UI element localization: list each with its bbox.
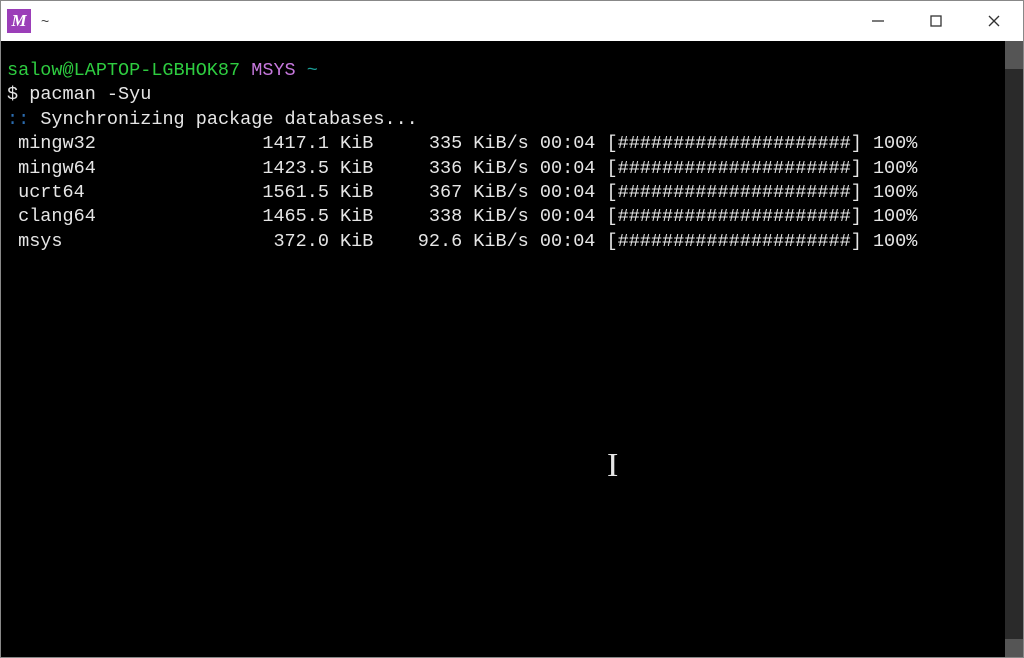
- maximize-icon: [929, 14, 943, 28]
- download-row: msys 372.0 KiB 92.6 KiB/s 00:04 [#######…: [7, 230, 999, 254]
- maximize-button[interactable]: [907, 1, 965, 41]
- terminal-output[interactable]: salow@LAPTOP-LGBHOK87 MSYS ~ $ pacman -Sy…: [1, 41, 1005, 657]
- minimize-icon: [871, 14, 885, 28]
- download-row: mingw64 1423.5 KiB 336 KiB/s 00:04 [####…: [7, 157, 999, 181]
- scrollbar[interactable]: [1005, 41, 1023, 657]
- titlebar[interactable]: M ~: [1, 1, 1023, 41]
- prompt-user-host: salow@LAPTOP-LGBHOK87: [7, 60, 240, 81]
- command-text: pacman -Syu: [29, 84, 151, 105]
- scroll-up-arrow[interactable]: [1005, 41, 1023, 69]
- sync-message: Synchronizing package databases...: [29, 109, 418, 130]
- scroll-down-arrow[interactable]: [1005, 639, 1023, 657]
- download-row: mingw32 1417.1 KiB 335 KiB/s 00:04 [####…: [7, 132, 999, 156]
- window-controls: [849, 1, 1023, 41]
- prompt-shell: MSYS: [251, 60, 295, 81]
- window-title: ~: [41, 13, 849, 29]
- close-icon: [987, 14, 1001, 28]
- download-row: ucrt64 1561.5 KiB 367 KiB/s 00:04 [#####…: [7, 181, 999, 205]
- prompt-cwd: ~: [307, 60, 318, 81]
- app-window: M ~ salow@LAPTOP-LGBHOK87 MSYS ~ $ pacman…: [0, 0, 1024, 658]
- minimize-button[interactable]: [849, 1, 907, 41]
- app-icon: M: [7, 9, 31, 33]
- terminal-wrapper: salow@LAPTOP-LGBHOK87 MSYS ~ $ pacman -Sy…: [1, 41, 1023, 657]
- prompt-symbol: $: [7, 84, 29, 105]
- download-row: clang64 1465.5 KiB 338 KiB/s 00:04 [####…: [7, 205, 999, 229]
- sync-marker: ::: [7, 109, 29, 130]
- close-button[interactable]: [965, 1, 1023, 41]
